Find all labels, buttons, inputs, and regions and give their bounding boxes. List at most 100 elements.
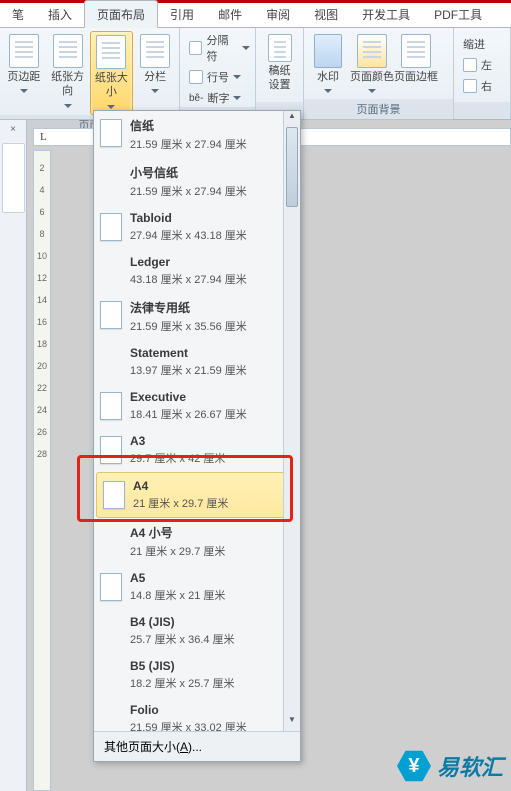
ruler-tick: 24 xyxy=(34,405,50,415)
manuscript-label: 稿纸 xyxy=(269,65,291,77)
dropdown-scrollbar[interactable]: ▲ ▼ xyxy=(283,111,300,731)
page-color-button[interactable]: 页面颜色 xyxy=(350,31,394,99)
columns-button[interactable]: 分栏 xyxy=(133,31,177,99)
scroll-up-icon[interactable]: ▲ xyxy=(284,111,300,127)
tab-pen[interactable]: 笔 xyxy=(0,1,36,27)
indent-right-button[interactable]: 右 xyxy=(460,77,495,95)
page-size-option-a5[interactable]: A514.8 厘米 x 21 厘米 xyxy=(94,565,300,609)
footer-pre: 其他页面大小( xyxy=(104,740,180,754)
ribbon-tabs: 笔 插入 页面布局 引用 邮件 审阅 视图 开发工具 PDF工具 xyxy=(0,3,511,28)
size-name: Folio xyxy=(130,703,247,717)
indent-right-icon xyxy=(463,79,477,93)
page-size-option-executive[interactable]: Executive 18.41 厘米 x 26.67 厘米 xyxy=(94,384,300,428)
watermark-label: 水印 xyxy=(317,71,339,83)
indent-left-button[interactable]: 左 xyxy=(460,56,495,74)
ruler-tick: 18 xyxy=(34,339,50,349)
ruler-tick: 6 xyxy=(34,207,50,217)
indent-left-icon xyxy=(463,58,477,72)
more-page-sizes-button[interactable]: 其他页面大小(A)... xyxy=(94,731,300,761)
hyphen-icon: bê- xyxy=(189,93,203,104)
page-size-option-a4-[interactable]: A4 小号21 厘米 x 29.7 厘米 xyxy=(94,518,300,565)
page-border-label: 页面边框 xyxy=(394,71,438,83)
page-size-option--[interactable]: 小号信纸21.59 厘米 x 27.94 厘米 xyxy=(94,158,300,205)
breaks-button[interactable]: 分隔符 xyxy=(186,31,253,65)
chevron-down-icon xyxy=(64,104,72,108)
manuscript-label2: 设置 xyxy=(269,79,291,91)
size-dims: 21 厘米 x 29.7 厘米 xyxy=(133,495,228,511)
page-size-button[interactable]: 纸张大小 xyxy=(90,31,134,115)
nav-thumbnail[interactable] xyxy=(2,143,25,213)
page-border-button[interactable]: 页面边框 xyxy=(394,31,438,84)
scrollbar-thumb[interactable] xyxy=(286,127,298,207)
size-dims: 13.97 厘米 x 21.59 厘米 xyxy=(130,362,247,378)
page-thumb-icon xyxy=(100,213,122,241)
size-dims: 29.7 厘米 x 42 厘米 xyxy=(130,450,225,466)
size-name: Executive xyxy=(130,390,247,404)
tab-page-layout[interactable]: 页面布局 xyxy=(84,0,158,28)
tab-insert[interactable]: 插入 xyxy=(36,1,84,27)
ruler-tick: 26 xyxy=(34,427,50,437)
vertical-ruler[interactable]: 246810121416182022242628 xyxy=(33,150,51,791)
size-dims: 27.94 厘米 x 43.18 厘米 xyxy=(130,227,247,243)
margins-button[interactable]: 页边距 xyxy=(2,31,46,99)
close-icon[interactable]: × xyxy=(0,124,26,135)
page-size-option-b4-jis-[interactable]: B4 (JIS)25.7 厘米 x 36.4 厘米 xyxy=(94,609,300,653)
breaks-icon xyxy=(189,41,202,55)
navigation-pane: × xyxy=(0,120,27,791)
indent-right-label: 右 xyxy=(481,78,492,94)
manuscript-icon xyxy=(268,34,292,62)
watermark-button[interactable]: 水印 xyxy=(306,31,350,99)
ruler-tick: 2 xyxy=(34,163,50,173)
tab-view[interactable]: 视图 xyxy=(302,1,350,27)
size-name: A5 xyxy=(130,571,225,585)
page-size-option-a3[interactable]: A3 29.7 厘米 x 42 厘米 xyxy=(94,428,300,472)
size-dims: 18.41 厘米 x 26.67 厘米 xyxy=(130,406,247,422)
orientation-label: 纸张方向 xyxy=(51,71,84,97)
ruler-tick: 16 xyxy=(34,317,50,327)
page-thumb-icon xyxy=(100,119,122,147)
page-border-icon xyxy=(401,34,431,68)
page-size-option--[interactable]: 法律专用纸21.59 厘米 x 35.56 厘米 xyxy=(94,293,300,340)
indent-left-label: 左 xyxy=(481,57,492,73)
manuscript-button[interactable]: 稿纸设置 xyxy=(258,31,301,93)
indent-label: 缩进 xyxy=(460,35,495,53)
chevron-down-icon xyxy=(233,96,241,100)
size-dims: 21.59 厘米 x 27.94 厘米 xyxy=(130,136,247,152)
page-size-option-b5-jis-[interactable]: B5 (JIS)18.2 厘米 x 25.7 厘米 xyxy=(94,653,300,697)
page-thumb-icon xyxy=(100,436,122,464)
tab-mailings[interactable]: 邮件 xyxy=(206,1,254,27)
tab-pdf-tools[interactable]: PDF工具 xyxy=(422,1,494,27)
size-dims: 21.59 厘米 x 33.02 厘米 xyxy=(130,719,247,731)
page-size-option-ledger[interactable]: Ledger 43.18 厘米 x 27.94 厘米 xyxy=(94,249,300,293)
tab-developer[interactable]: 开发工具 xyxy=(350,1,422,27)
page-thumb-icon xyxy=(100,301,122,329)
page-size-option-a4[interactable]: A421 厘米 x 29.7 厘米 xyxy=(96,472,298,518)
page-size-label: 纸张大小 xyxy=(95,72,128,98)
page-size-option-statement[interactable]: Statement13.97 厘米 x 21.59 厘米 xyxy=(94,340,300,384)
line-numbers-button[interactable]: 行号 xyxy=(186,68,253,86)
scroll-down-icon[interactable]: ▼ xyxy=(284,715,300,731)
breaks-label: 分隔符 xyxy=(206,32,238,64)
page-size-option-folio[interactable]: Folio 21.59 厘米 x 33.02 厘米 xyxy=(94,697,300,731)
columns-label: 分栏 xyxy=(144,71,166,83)
hyphen-label: 断字 xyxy=(207,90,229,106)
tab-review[interactable]: 审阅 xyxy=(254,1,302,27)
chevron-down-icon xyxy=(233,75,241,79)
size-dims: 43.18 厘米 x 27.94 厘米 xyxy=(130,271,247,287)
page-icon xyxy=(9,34,39,68)
page-icon xyxy=(96,35,126,69)
page-size-option--[interactable]: 信纸21.59 厘米 x 27.94 厘米 xyxy=(94,111,300,158)
footer-key: A xyxy=(180,740,188,754)
size-dims: 21 厘米 x 29.7 厘米 xyxy=(130,543,225,559)
ruler-tick: 12 xyxy=(34,273,50,283)
size-name: Ledger xyxy=(130,255,247,269)
size-name: B4 (JIS) xyxy=(130,615,235,629)
columns-icon xyxy=(140,34,170,68)
orientation-button[interactable]: 纸张方向 xyxy=(46,31,90,113)
size-name: A3 xyxy=(130,434,225,448)
ruler-tick: 8 xyxy=(34,229,50,239)
tab-references[interactable]: 引用 xyxy=(158,1,206,27)
page-size-option-tabloid[interactable]: Tabloid27.94 厘米 x 43.18 厘米 xyxy=(94,205,300,249)
hyphenation-button[interactable]: bê- 断字 xyxy=(186,89,253,107)
size-name: 法律专用纸 xyxy=(130,299,247,316)
